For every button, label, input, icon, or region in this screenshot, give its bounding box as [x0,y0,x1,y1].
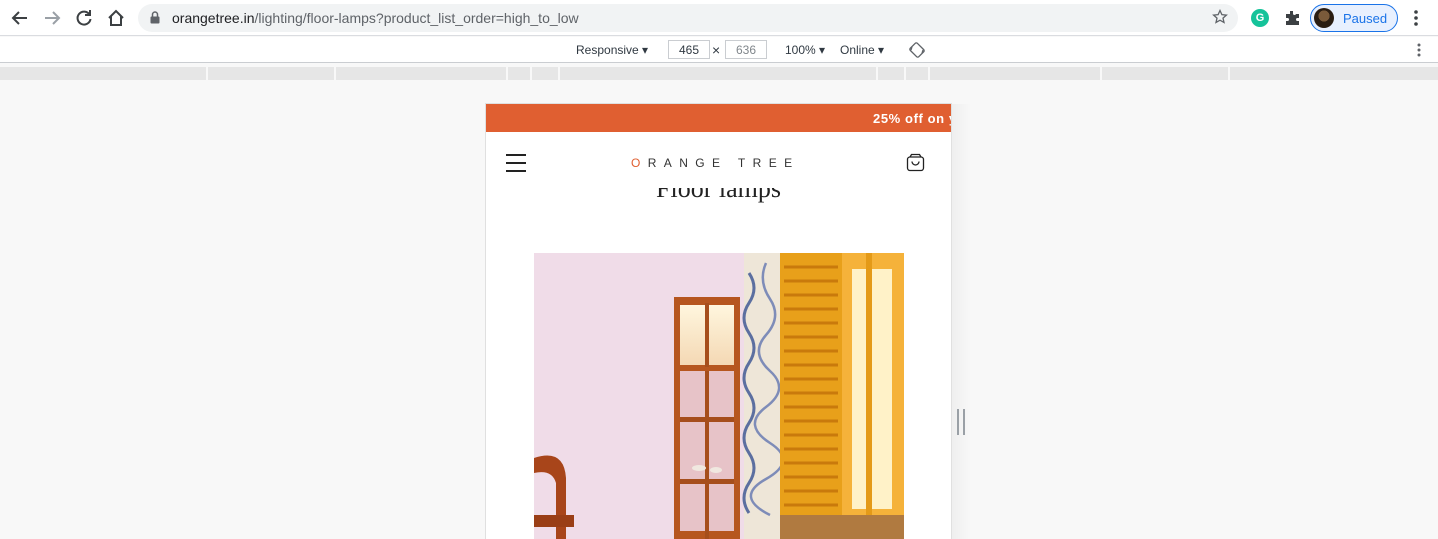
media-query-segment[interactable] [1102,67,1228,80]
hamburger-icon[interactable] [506,154,526,172]
star-icon[interactable] [1212,8,1228,30]
zoom-select[interactable]: 100% ▾ [785,43,825,57]
page-title: Floor lamps [656,188,781,203]
product-image[interactable] [534,253,904,539]
media-query-segment[interactable] [336,67,506,80]
promo-banner[interactable]: 25% off on yo [486,104,951,132]
media-query-segment[interactable] [878,67,904,80]
logo-first-letter: O [631,156,648,170]
height-input[interactable]: 636 [725,40,767,59]
menu-dots-icon[interactable] [1410,8,1422,28]
dimension-separator: × [712,42,721,58]
media-query-segment[interactable] [532,67,558,80]
avatar [1314,8,1334,28]
media-query-segment[interactable] [560,67,876,80]
home-icon[interactable] [104,6,128,30]
media-query-segment[interactable] [208,67,334,80]
reload-icon[interactable] [72,6,96,30]
width-input[interactable]: 465 [668,40,710,59]
viewport-shadow [951,104,971,539]
address-bar[interactable]: orangetree.in/lighting/floor-lamps?produ… [138,4,1238,32]
cart-icon[interactable] [906,153,925,177]
device-toolbar: Responsive ▾ 465 × 636 100% ▾ Online ▾ [0,37,1438,63]
media-query-bar [0,64,1438,81]
device-mode-select[interactable]: Responsive ▾ [576,43,648,57]
grammarly-letter: G [1255,12,1265,24]
forward-icon[interactable] [40,6,64,30]
page-title-area: Floor lamps [486,188,951,214]
media-query-segment[interactable] [508,67,530,80]
logo-text: RANGE TREE [647,156,800,170]
back-icon[interactable] [8,6,32,30]
url-text: orangetree.in/lighting/floor-lamps?produ… [172,10,579,26]
site-header: ORANGE TREE [486,132,951,188]
media-query-segment[interactable] [930,67,1100,80]
extensions-icon[interactable] [1283,9,1301,32]
media-query-segment[interactable] [1230,67,1438,80]
media-query-segment[interactable] [906,67,928,80]
grammarly-icon[interactable]: G [1251,9,1269,27]
device-menu-icon[interactable] [1414,42,1424,61]
resize-handle[interactable] [957,409,965,435]
profile-label: Paused [1343,11,1388,26]
device-viewport: 25% off on yo Floor lamps ORANGE TREE [486,104,951,539]
site-logo[interactable]: ORANGE TREE [631,156,800,170]
lock-icon[interactable] [150,11,160,29]
rotate-icon[interactable] [909,42,925,61]
network-select[interactable]: Online ▾ [840,43,884,57]
promo-text: 25% off on yo [873,111,951,126]
profile-button[interactable]: Paused [1310,4,1398,32]
browser-toolbar: orangetree.in/lighting/floor-lamps?produ… [0,0,1438,36]
media-query-segment[interactable] [0,67,206,80]
